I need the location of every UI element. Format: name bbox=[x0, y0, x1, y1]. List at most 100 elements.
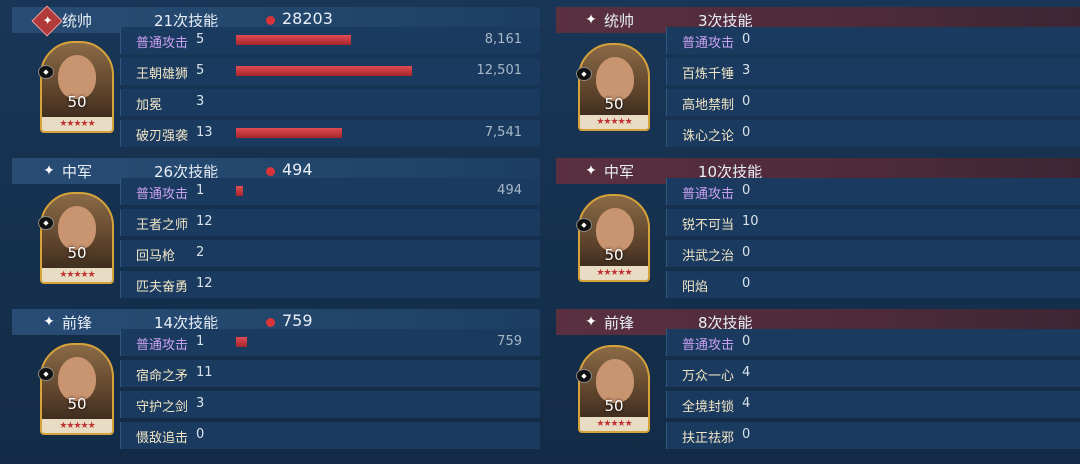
role-label: 统帅 bbox=[604, 12, 635, 30]
sparkle-icon: ✦ bbox=[585, 314, 597, 330]
skill-cast-count: 13 bbox=[196, 125, 213, 140]
skill-row: 普通攻击 0 bbox=[666, 176, 1080, 207]
skill-cast-count: 0 bbox=[742, 245, 751, 260]
skill-row: 王朝雄狮 5 12,501 bbox=[120, 56, 540, 87]
skill-row: 普通攻击 0 bbox=[666, 25, 1080, 56]
skill-name[interactable]: 阳焰 bbox=[682, 276, 708, 295]
skill-damage-value: 7,541 bbox=[484, 125, 522, 140]
role-label: 前锋 bbox=[604, 314, 635, 332]
star-rating: ★★★★★ bbox=[42, 117, 112, 131]
skill-cast-count: 4 bbox=[742, 365, 751, 380]
general-level: 50 bbox=[604, 95, 624, 113]
star-rating: ★★★★★ bbox=[42, 419, 112, 433]
skill-row: 王者之师 12 bbox=[120, 207, 540, 238]
skill-name[interactable]: 加冕 bbox=[136, 94, 162, 113]
skill-name[interactable]: 锐不可当 bbox=[682, 214, 734, 233]
skill-row: 普通攻击 1 759 bbox=[120, 327, 540, 358]
skill-cast-count: 3 bbox=[196, 396, 205, 411]
troop-type-icon: ◆ bbox=[576, 218, 592, 232]
general-level: 50 bbox=[67, 395, 87, 413]
skill-row: 百炼千锤 3 bbox=[666, 56, 1080, 87]
troop-type-icon: ◆ bbox=[38, 367, 54, 381]
enemy-team-panel: ✦ 统帅 3次技能 50 ★★★★★ ◆ 普通攻击 0 百炼千锤 3 高地禁制 0 诛心之论 0 ✦ 中军 10… bbox=[556, 0, 1080, 464]
skill-name[interactable]: 全境封锁 bbox=[682, 396, 734, 415]
star-rating: ★★★★★ bbox=[580, 266, 648, 280]
skill-name[interactable]: 王者之师 bbox=[136, 214, 188, 233]
skill-row: 宿命之矛 11 bbox=[120, 358, 540, 389]
star-rating: ★★★★★ bbox=[42, 268, 112, 282]
skill-cast-count: 5 bbox=[196, 32, 205, 47]
damage-dot-icon bbox=[266, 16, 275, 25]
skill-row: 回马枪 2 bbox=[120, 238, 540, 269]
role-label: 前锋 bbox=[62, 314, 93, 332]
skill-row: 匹夫奋勇 12 bbox=[120, 269, 540, 300]
skill-row: 加冕 3 bbox=[120, 87, 540, 118]
troop-type-icon: ◆ bbox=[38, 65, 54, 79]
damage-bar bbox=[236, 66, 412, 76]
skill-name[interactable]: 诛心之论 bbox=[682, 125, 734, 144]
general-portrait[interactable]: 50 ★★★★★ bbox=[40, 192, 114, 284]
sparkle-icon: ✦ bbox=[43, 163, 55, 179]
troop-type-icon: ◆ bbox=[576, 369, 592, 383]
general-portrait[interactable]: 50 ★★★★★ bbox=[40, 41, 114, 133]
troop-type-icon: ◆ bbox=[576, 67, 592, 81]
damage-bar bbox=[236, 186, 243, 196]
skill-cast-count: 4 bbox=[742, 396, 751, 411]
skill-name[interactable]: 洪武之治 bbox=[682, 245, 734, 264]
skill-name[interactable]: 普通攻击 bbox=[682, 183, 734, 202]
skill-name[interactable]: 普通攻击 bbox=[136, 183, 188, 202]
general-portrait[interactable]: 50 ★★★★★ bbox=[40, 343, 114, 435]
troop-type-icon: ◆ bbox=[38, 216, 54, 230]
role-label: 中军 bbox=[604, 163, 635, 181]
skill-row: 守护之剑 3 bbox=[120, 389, 540, 420]
skill-name[interactable]: 万众一心 bbox=[682, 365, 734, 384]
general-portrait[interactable]: 50 ★★★★★ bbox=[578, 345, 650, 433]
skill-row: 慑敌追击 0 bbox=[120, 420, 540, 451]
skill-cast-count: 0 bbox=[742, 334, 751, 349]
skill-damage-value: 12,501 bbox=[476, 63, 523, 78]
skill-name[interactable]: 高地禁制 bbox=[682, 94, 734, 113]
skill-row: 洪武之治 0 bbox=[666, 238, 1080, 269]
skill-name[interactable]: 宿命之矛 bbox=[136, 365, 188, 384]
skill-name[interactable]: 守护之剑 bbox=[136, 396, 188, 415]
damage-bar bbox=[236, 337, 247, 347]
skill-cast-count: 1 bbox=[196, 183, 205, 198]
skill-name[interactable]: 回马枪 bbox=[136, 245, 175, 264]
skill-name[interactable]: 普通攻击 bbox=[136, 32, 188, 51]
star-rating: ★★★★★ bbox=[580, 115, 648, 129]
skill-damage-value: 8,161 bbox=[484, 32, 522, 47]
skill-cast-count: 0 bbox=[742, 427, 751, 442]
skill-row: 全境封锁 4 bbox=[666, 389, 1080, 420]
skill-cast-count: 0 bbox=[742, 276, 751, 291]
skill-name[interactable]: 匹夫奋勇 bbox=[136, 276, 188, 295]
skill-name[interactable]: 普通攻击 bbox=[136, 334, 188, 353]
skill-name[interactable]: 慑敌追击 bbox=[136, 427, 188, 446]
skill-name[interactable]: 扶正祛邪 bbox=[682, 427, 734, 446]
star-rating: ★★★★★ bbox=[580, 417, 648, 431]
skill-damage-value: 759 bbox=[497, 334, 522, 349]
skill-cast-count: 12 bbox=[196, 276, 213, 291]
skill-row-background bbox=[120, 240, 540, 267]
skill-name[interactable]: 普通攻击 bbox=[682, 334, 734, 353]
skill-cast-count: 0 bbox=[742, 94, 751, 109]
skill-cast-count: 3 bbox=[196, 94, 205, 109]
skill-cast-count: 2 bbox=[196, 245, 205, 260]
skill-cast-count: 12 bbox=[196, 214, 213, 229]
skill-name[interactable]: 破刃强袭 bbox=[136, 125, 188, 144]
skill-cast-count: 0 bbox=[742, 32, 751, 47]
diamond-command-icon: ✦ bbox=[31, 5, 63, 37]
skill-row: 破刃强袭 13 7,541 bbox=[120, 118, 540, 149]
skill-row: 普通攻击 5 8,161 bbox=[120, 25, 540, 56]
general-portrait[interactable]: 50 ★★★★★ bbox=[578, 194, 650, 282]
skill-name[interactable]: 王朝雄狮 bbox=[136, 63, 188, 82]
general-level: 50 bbox=[604, 397, 624, 415]
general-level: 50 bbox=[67, 244, 87, 262]
general-portrait[interactable]: 50 ★★★★★ bbox=[578, 43, 650, 131]
skill-name[interactable]: 百炼千锤 bbox=[682, 63, 734, 82]
skill-name[interactable]: 普通攻击 bbox=[682, 32, 734, 51]
skill-row: 普通攻击 0 bbox=[666, 327, 1080, 358]
role-label: 统帅 bbox=[62, 12, 93, 30]
general-level: 50 bbox=[67, 93, 87, 111]
damage-dot-icon bbox=[266, 318, 275, 327]
skill-row: 万众一心 4 bbox=[666, 358, 1080, 389]
